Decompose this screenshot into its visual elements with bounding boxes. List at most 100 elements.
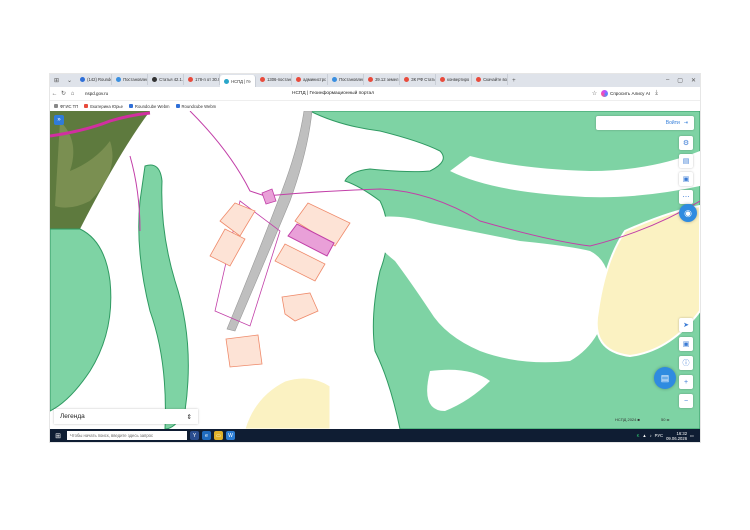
bookmark-item[interactable]: ФГИС ТП — [54, 104, 78, 109]
zoom-out-button[interactable]: − — [679, 394, 693, 408]
map-canvas[interactable]: » Войти ⇥ ⚙ ▤ ▣ ⋯ ◉ ➤ ▣ ⓘ + − ▤ Легенда … — [50, 111, 700, 429]
new-tab-icon[interactable]: + — [508, 78, 520, 84]
close-window-icon[interactable]: ✕ — [687, 77, 700, 84]
bookmark-favicon-icon — [128, 104, 133, 108]
browser-tab[interactable]: ЗК РФ Стать — [400, 74, 437, 85]
tab-label: 39.12 земел — [375, 77, 399, 82]
system-tray: K ▲ ♪ РУС 16:32 09.06.2026 ▭ — [637, 431, 700, 441]
tab-favicon-icon — [404, 77, 410, 82]
forest-area — [50, 228, 112, 412]
tab-list-icon[interactable]: ⌄ — [63, 77, 76, 84]
info-icon[interactable]: ⓘ — [679, 356, 693, 370]
folder-icon[interactable]: ▭ — [214, 431, 223, 440]
notifications-icon[interactable]: ▭ — [690, 433, 694, 438]
tab-list: (142) Roundc Постановлен Статья 42.1. 178-п… — [76, 74, 509, 87]
tab-favicon-icon — [476, 77, 482, 82]
land-parcel[interactable] — [225, 334, 263, 368]
land-parcel[interactable] — [281, 292, 319, 322]
browser-tab[interactable]: НСПД | Ге — [220, 75, 257, 87]
tab-favicon-icon — [116, 77, 122, 82]
settings-icon[interactable]: ⚙ — [679, 136, 693, 150]
volume-icon[interactable]: ♪ — [650, 433, 652, 438]
browser-tab[interactable]: 178-п от 30.0 — [184, 74, 221, 85]
sidebar-toggle-button[interactable]: » — [54, 115, 64, 125]
alice-label: Спросить Алису AI — [610, 91, 651, 96]
map-search-icon[interactable]: ◉ — [679, 204, 697, 222]
start-icon[interactable]: ⊞ — [53, 432, 63, 440]
bookmark-favicon-icon — [54, 104, 58, 108]
print-icon[interactable]: ▣ — [679, 337, 693, 351]
bookmark-item[interactable]: Roundcube Webm — [175, 104, 216, 109]
tab-label: Скачайте во — [483, 77, 507, 82]
browser-tab[interactable]: Постановлен — [328, 74, 365, 85]
browser-tab[interactable]: (142) Roundc — [76, 74, 113, 85]
home-icon[interactable]: ⌂ — [68, 91, 77, 97]
browser-tab[interactable]: Скачайте во — [472, 74, 509, 85]
legend-panel[interactable]: Легенда ⇕ — [54, 409, 198, 424]
tab-label: (142) Roundc — [87, 77, 113, 82]
browser-tab[interactable]: администрс — [292, 74, 329, 85]
forest-area — [138, 164, 189, 429]
address-bar: ← ↻ ⌂ nspd.gov.ru НСПД | Геоинформационн… — [50, 87, 700, 101]
url-field[interactable]: nspd.gov.ru — [85, 91, 108, 96]
network-icon[interactable]: ▲ — [642, 433, 646, 438]
measure-icon[interactable]: ▣ — [679, 172, 693, 186]
back-icon[interactable]: ← — [50, 91, 59, 97]
tab-label: Постановлен — [339, 77, 365, 82]
page-title: НСПД | Геоинформационный портал — [292, 91, 375, 96]
bookmark-favicon-icon — [175, 104, 180, 108]
taskbar: ⊞ Чтобы начать поиск, введите здесь запр… — [50, 429, 700, 442]
tab-favicon-icon — [188, 77, 194, 82]
tab-label: Постановлен — [123, 77, 149, 82]
browser-tab[interactable]: Постановлен — [112, 74, 149, 85]
chat-icon[interactable]: ▤ — [654, 367, 676, 389]
edge-icon[interactable]: e — [202, 431, 211, 440]
chevron-updown-icon: ⇕ — [186, 413, 192, 421]
tab-favicon-icon — [296, 77, 302, 82]
tab-label: Статья 42.1. — [159, 77, 184, 82]
field-area — [244, 377, 331, 429]
bookmark-item[interactable]: Roundcube Webm — [128, 104, 170, 109]
locate-icon[interactable]: ➤ — [679, 318, 693, 332]
bookmark-item[interactable]: Екатерина Юрье — [84, 104, 123, 109]
kaspersky-icon[interactable]: K — [637, 433, 640, 438]
tab-label: 1306-постан — [267, 77, 291, 82]
word-icon[interactable]: W — [226, 431, 235, 440]
tab-favicon-icon — [368, 77, 374, 82]
taskbar-search-input[interactable]: Чтобы начать поиск, введите здесь запрос — [67, 431, 187, 440]
browser-tab[interactable]: Статья 42.1. — [148, 74, 185, 85]
tab-favicon-icon — [152, 77, 158, 82]
share-icon[interactable]: ⋯ — [679, 190, 693, 204]
browser-tab[interactable]: 39.12 земел — [364, 74, 401, 85]
login-button[interactable]: Войти ⇥ — [596, 116, 694, 130]
window-menu-icon[interactable]: ⊞ — [50, 77, 63, 84]
tab-label: ЗК РФ Стать — [411, 77, 436, 82]
tab-favicon-icon — [224, 78, 230, 84]
zoom-in-button[interactable]: + — [679, 375, 693, 389]
scale-label: НСПД 2024 ■ 50 м — [615, 417, 670, 422]
tab-label: 178-п от 30.0 — [195, 77, 221, 82]
reload-icon[interactable]: ↻ — [59, 90, 68, 97]
alice-button[interactable]: ☆ Спросить Алису AI ⤓ — [590, 89, 661, 98]
browser-tab[interactable]: 1306-постан — [256, 74, 293, 85]
yandex-browser-icon[interactable]: Y — [190, 431, 199, 440]
clock[interactable]: 16:32 09.06.2026 — [666, 431, 687, 441]
bookmark-star-icon[interactable]: ☆ — [590, 90, 599, 97]
minimize-icon[interactable]: – — [662, 77, 673, 84]
language-indicator[interactable]: РУС — [655, 433, 663, 438]
tab-favicon-icon — [80, 77, 86, 82]
land-parcel[interactable] — [261, 188, 277, 205]
maximize-icon[interactable]: ▢ — [673, 77, 687, 84]
tab-favicon-icon — [332, 77, 338, 82]
tab-label: администрс — [303, 77, 327, 82]
login-icon: ⇥ — [683, 120, 688, 126]
bookmark-favicon-icon — [84, 104, 89, 108]
browser-tab[interactable]: конвертиро — [436, 74, 473, 85]
alice-icon — [601, 90, 608, 97]
scale-value: 50 м — [661, 417, 670, 422]
tab-favicon-icon — [440, 77, 446, 82]
tab-label: конвертиро — [447, 77, 470, 82]
screen: ⊞ ⌄ (142) Roundc Постановлен Статья 42.1. 1… — [50, 74, 700, 442]
download-icon[interactable]: ⤓ — [652, 90, 661, 97]
layers-icon[interactable]: ▤ — [679, 154, 693, 168]
